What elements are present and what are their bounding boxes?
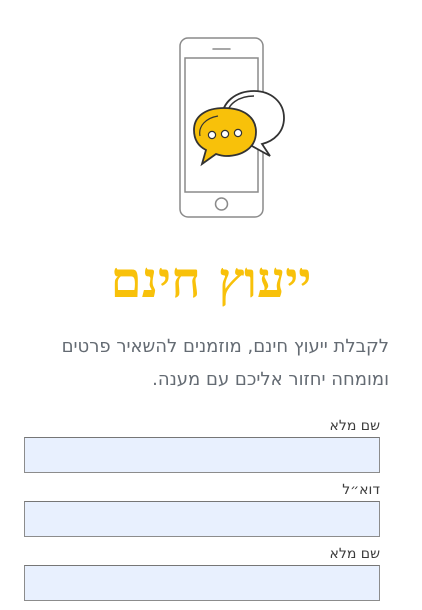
intro-text: לקבלת ייעוץ חינם, מוזמנים להשאיר פרטים ו… [9,330,389,396]
full-name-field[interactable] [24,437,380,473]
phone-chat-bubbles-icon [179,37,285,218]
full-name-label-2: שם מלא [329,546,380,562]
full-name-field-2[interactable] [24,565,380,601]
full-name-label: שם מלא [329,418,380,434]
email-field[interactable] [24,501,380,537]
intro-line-1: לקבלת ייעוץ חינם, מוזמנים להשאיר פרטים [61,336,389,357]
intro-line-2: ומומחה יחזור אליכם עם מענה. [152,369,389,390]
page-title: ייעוץ חינם [110,250,312,309]
phone-chat-illustration [174,36,312,222]
email-label: דוא״ל [342,482,380,498]
